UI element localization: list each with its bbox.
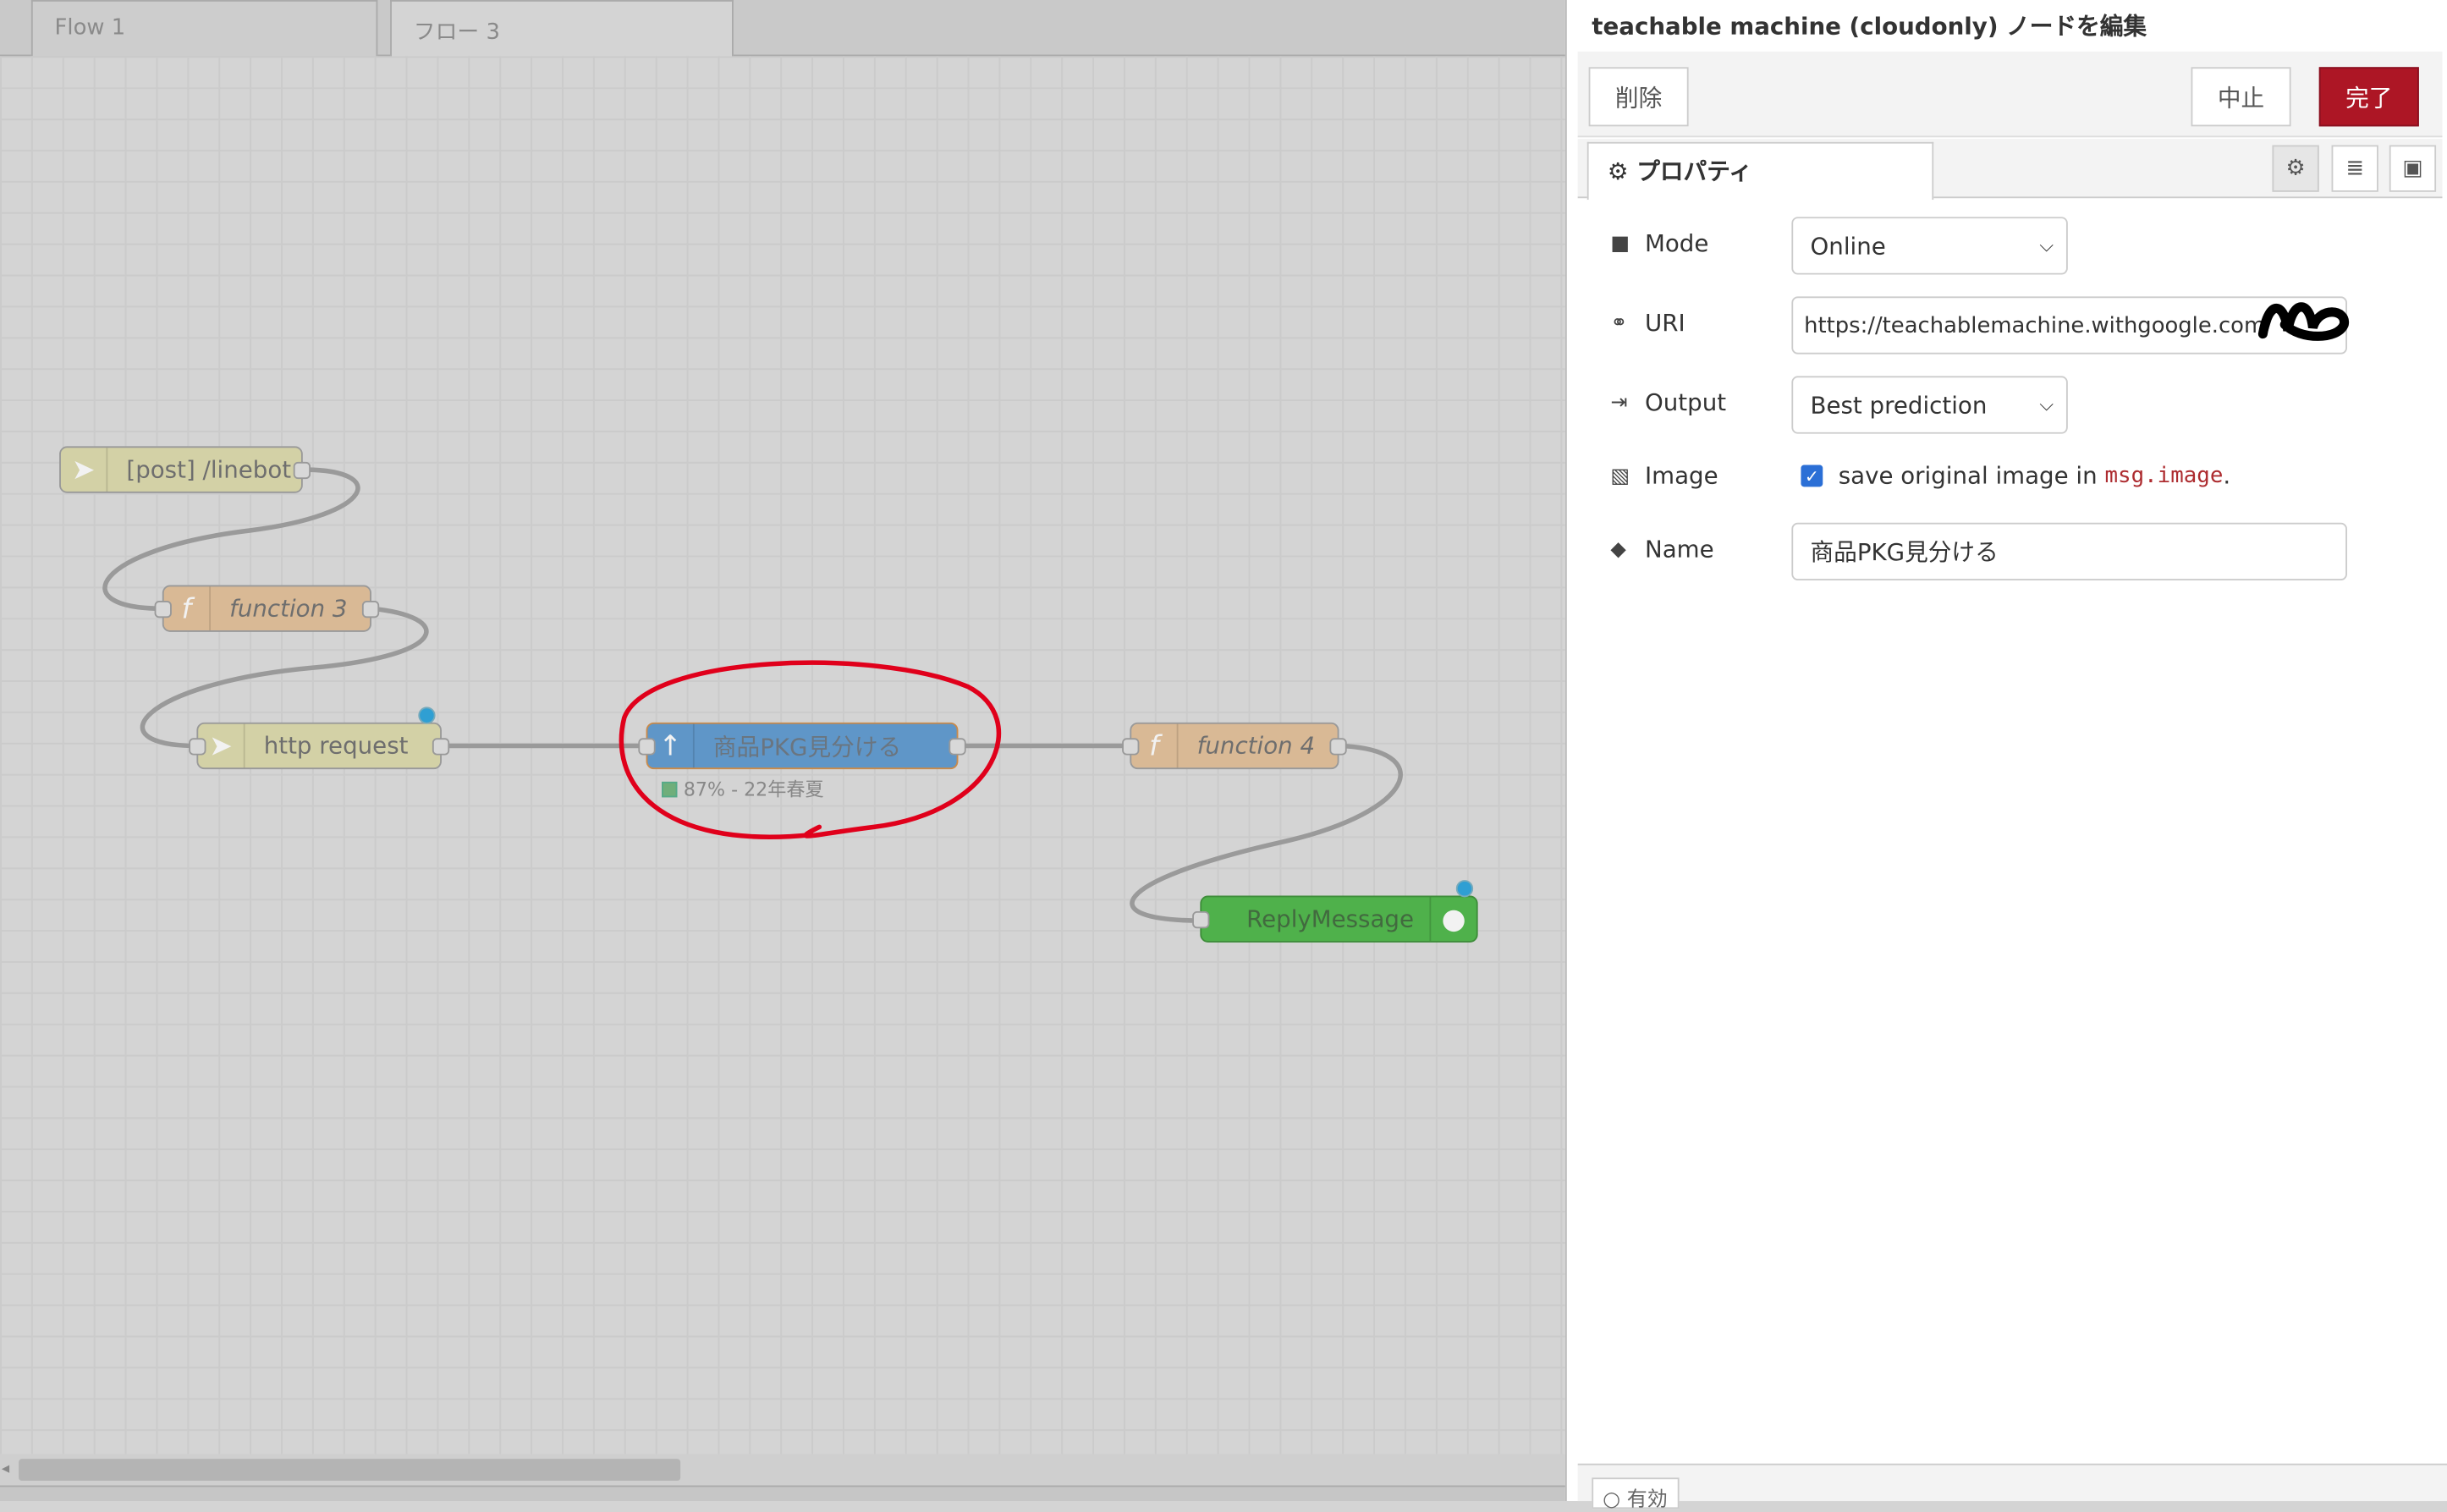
node-label: http request xyxy=(263,731,409,761)
output-label: Output xyxy=(1644,388,1727,417)
panel-footer: ○ 有効 xyxy=(1577,1463,2447,1512)
node-teachable-machine[interactable]: ↑ 商品PKG見分ける xyxy=(638,722,966,770)
tab-properties[interactable]: ⚙ プロパティ xyxy=(1586,141,1934,201)
node-http-in[interactable]: ➤ [post] /linebot xyxy=(59,446,311,493)
node-reply-message[interactable]: ReplyMessage ● xyxy=(1192,895,1478,943)
mode-value: Online xyxy=(1810,231,1886,261)
panel-tabs: ⚙ プロパティ ⚙ ≣ ▣ xyxy=(1577,139,2443,201)
scrollbar-thumb[interactable] xyxy=(19,1459,681,1482)
uri-row: ⚭ URI xyxy=(1610,309,1685,337)
mode-label: Mode xyxy=(1644,229,1709,258)
cancel-button[interactable]: 中止 xyxy=(2191,67,2291,127)
uri-value: https://teachablemachine.withgoogle.com/ xyxy=(1804,312,2273,338)
speech-bubble-icon: ● xyxy=(1429,897,1476,941)
node-label: 商品PKG見分ける xyxy=(712,732,902,761)
horizontal-scrollbar[interactable]: ◂ xyxy=(0,1454,1565,1486)
output-select[interactable]: Best prediction ⌵ xyxy=(1791,376,2068,434)
file-icon: ■ xyxy=(1610,231,1630,256)
node-label: function 3 xyxy=(229,594,348,623)
panel-button-bar: 削除 中止 完了 xyxy=(1577,51,2443,138)
output-value: Best prediction xyxy=(1810,390,1988,420)
output-port[interactable] xyxy=(949,738,966,756)
save-image-checkbox[interactable]: ✓ xyxy=(1801,465,1823,487)
sign-out-icon: ⇥ xyxy=(1610,390,1628,415)
status-text: 87% - 22年春夏 xyxy=(683,778,824,801)
status-square-icon xyxy=(662,780,678,797)
node-label: ReplyMessage xyxy=(1246,904,1415,933)
appearance-frame-icon[interactable]: ▣ xyxy=(2389,145,2437,192)
delete-button[interactable]: 削除 xyxy=(1588,67,1689,127)
changed-indicator xyxy=(418,707,436,724)
link-icon: ⚭ xyxy=(1610,311,1628,335)
input-port[interactable] xyxy=(1192,910,1210,929)
gear-icon: ⚙ xyxy=(1607,157,1629,186)
name-row: ◆ Name xyxy=(1610,536,1713,564)
output-port[interactable] xyxy=(361,600,380,619)
node-label: [post] /linebot xyxy=(126,455,292,484)
input-port[interactable] xyxy=(154,600,172,619)
image-icon: ▧ xyxy=(1610,464,1630,488)
image-row: ▧ Image xyxy=(1610,462,1718,490)
input-port[interactable] xyxy=(189,738,206,756)
input-port[interactable] xyxy=(1122,738,1140,756)
done-button[interactable]: 完了 xyxy=(2318,67,2419,127)
chevron-down-icon: ⌵ xyxy=(2039,234,2054,256)
scroll-left-icon[interactable]: ◂ xyxy=(2,1460,9,1477)
circle-icon: ○ xyxy=(1603,1488,1621,1512)
checkbox-suffix: . xyxy=(2223,461,2231,491)
wire-function4-reply xyxy=(1130,743,1403,923)
output-port[interactable] xyxy=(432,738,450,756)
settings-gear-icon[interactable]: ⚙ xyxy=(2272,145,2319,192)
changed-indicator xyxy=(1455,880,1474,898)
name-label: Name xyxy=(1644,535,1714,564)
workspace-footer xyxy=(0,1485,1565,1502)
output-port[interactable] xyxy=(1329,738,1347,756)
node-edit-panel: teachable machine (cloudonly) ノードを編集 削除 … xyxy=(1564,0,2447,1512)
uri-label: URI xyxy=(1644,309,1685,338)
mode-select[interactable]: Online ⌵ xyxy=(1791,217,2068,275)
node-function4[interactable]: f function 4 xyxy=(1122,722,1347,770)
output-row: ⇥ Output xyxy=(1610,388,1726,416)
name-value: 商品PKG見分ける xyxy=(1810,538,1999,567)
panel-title: teachable machine (cloudonly) ノードを編集 xyxy=(1592,12,2147,41)
input-port[interactable] xyxy=(638,738,656,756)
node-http-request[interactable]: ➤ http request xyxy=(189,722,450,770)
tag-icon: ◆ xyxy=(1610,537,1626,561)
node-label: function 4 xyxy=(1196,731,1316,761)
node-function3[interactable]: f function 3 xyxy=(154,585,380,632)
enable-label: 有効 xyxy=(1626,1488,1668,1512)
globe-icon: ➤ xyxy=(61,448,108,492)
output-port[interactable] xyxy=(293,461,311,480)
name-input[interactable]: 商品PKG見分ける xyxy=(1791,522,2347,581)
code-text: msg.image xyxy=(2104,463,2224,489)
node-status: 87% - 22年春夏 xyxy=(662,776,824,802)
checkbox-text: save original image in xyxy=(1838,461,2098,491)
chevron-down-icon: ⌵ xyxy=(2039,393,2054,415)
description-file-icon[interactable]: ≣ xyxy=(2331,145,2378,192)
enable-toggle[interactable]: ○ 有効 xyxy=(1592,1477,1679,1512)
redaction-scribble xyxy=(2257,302,2349,341)
image-label: Image xyxy=(1644,461,1718,491)
mode-row: ■ Mode xyxy=(1610,229,1708,257)
image-option: ✓ save original image in msg.image. xyxy=(1801,462,2230,490)
tab-label: プロパティ xyxy=(1636,157,1752,186)
